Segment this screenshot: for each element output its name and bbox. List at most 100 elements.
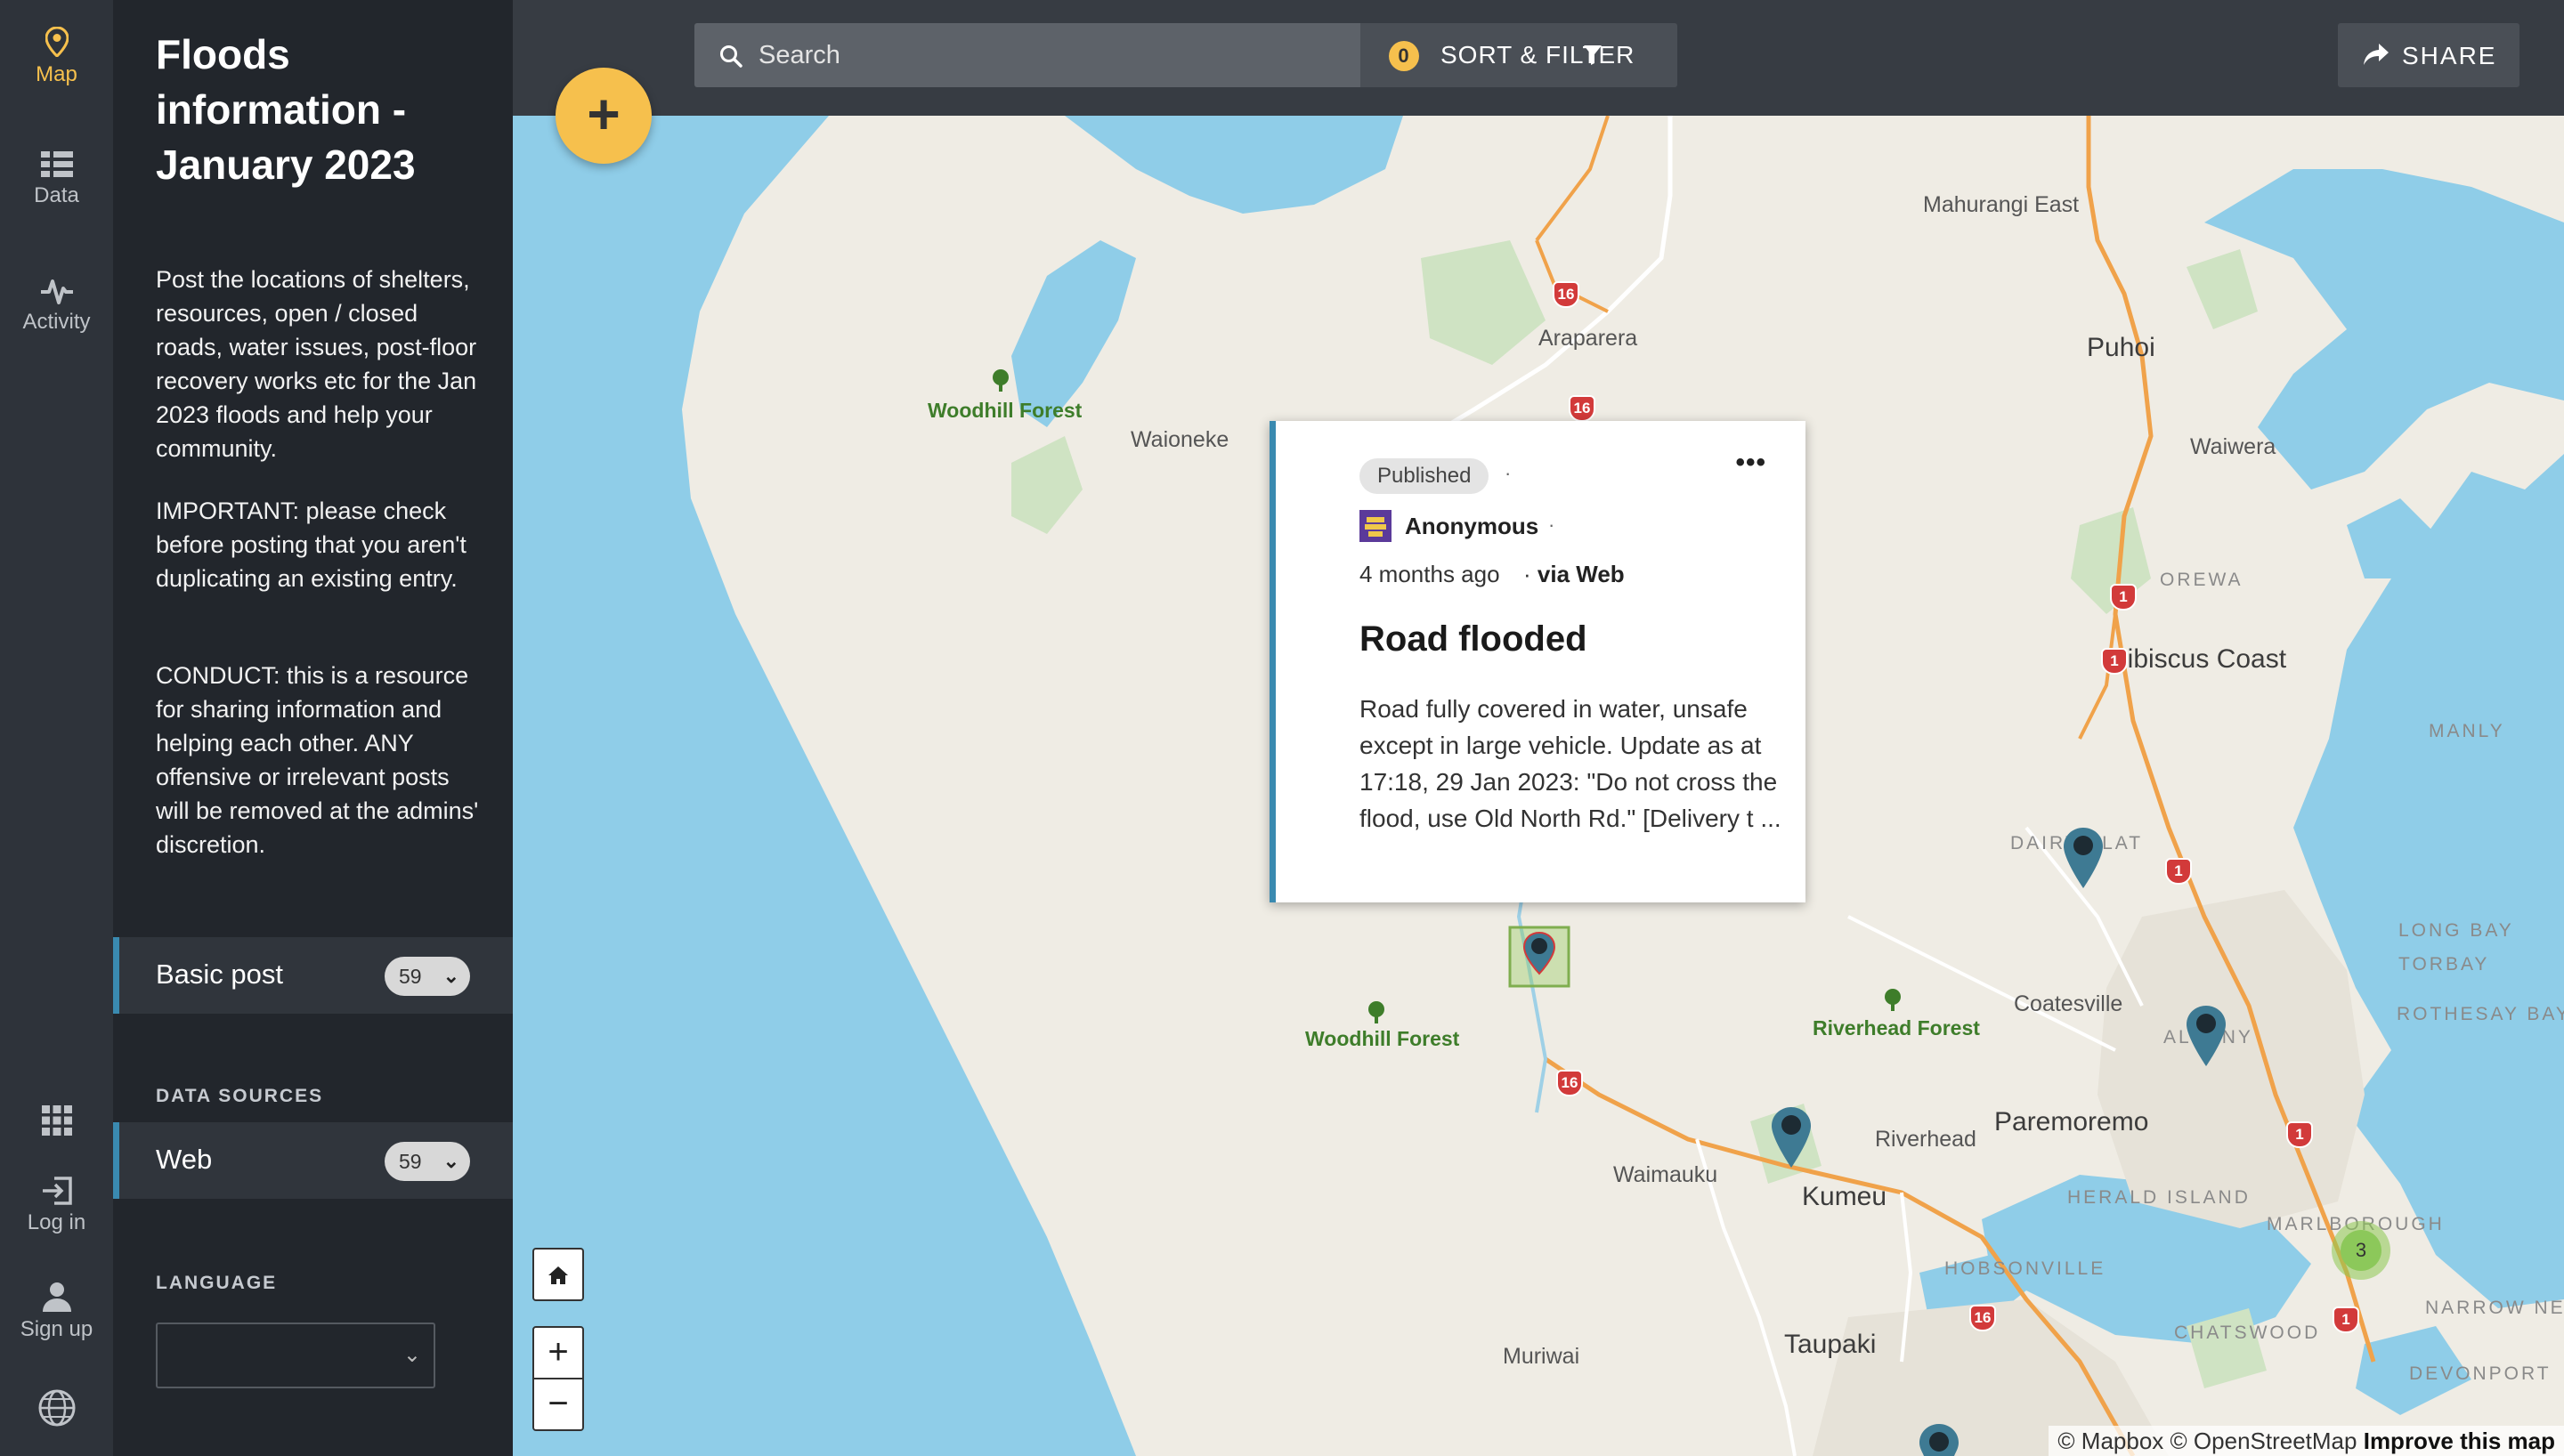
forest-tree-icon — [993, 369, 1009, 392]
nav-map[interactable]: Map — [0, 27, 113, 87]
survey-count-badge[interactable]: 59 ⌄ — [385, 957, 470, 996]
place-label: TORBAY — [2398, 954, 2490, 975]
activity-pulse-icon — [40, 279, 73, 304]
place-label: HERALD ISLAND — [2067, 1187, 2251, 1208]
post-marker[interactable] — [1765, 1104, 1818, 1171]
place-label: LONG BAY — [2398, 920, 2514, 941]
separator-dot: · — [1505, 462, 1512, 484]
deployment-sidebar: Floods information - January 2023 Post t… — [113, 0, 513, 1456]
nav-login[interactable]: Log in — [0, 1177, 113, 1235]
place-label: CHATSWOOD — [2174, 1323, 2321, 1343]
map-attribution: © Mapbox © OpenStreetMap Improve this ma… — [2049, 1426, 2564, 1456]
place-label: Puhoi — [2087, 333, 2155, 362]
source-filter-web[interactable]: Web 59 ⌄ — [113, 1122, 513, 1199]
highway-shield: 1 — [2110, 584, 2137, 611]
post-marker[interactable] — [1912, 1420, 1966, 1456]
data-sources-heading: DATA SOURCES — [156, 1086, 324, 1106]
search-box[interactable] — [694, 23, 1360, 87]
chevron-down-icon: ⌄ — [442, 965, 459, 987]
source-filter-label: Web — [156, 1144, 213, 1175]
chevron-down-icon: ⌄ — [442, 1150, 459, 1172]
separator-dot: · — [1548, 514, 1555, 536]
highway-shield: 1 — [2165, 858, 2192, 885]
place-label: Waioneke — [1131, 427, 1229, 452]
place-label: Taupaki — [1784, 1330, 1877, 1359]
place-label: Kumeu — [1802, 1182, 1887, 1211]
place-label: Coatesville — [2014, 991, 2123, 1016]
description-conduct: CONDUCT: this is a resource for sharing … — [156, 662, 479, 858]
place-label: ROTHESAY BAY — [2397, 1004, 2564, 1024]
osm-link[interactable]: © OpenStreetMap — [2170, 1428, 2357, 1454]
language-select[interactable]: ⌄ — [156, 1323, 435, 1388]
post-marker[interactable] — [2179, 1002, 2233, 1070]
zoom-out-button[interactable]: − — [532, 1378, 584, 1431]
nav-data[interactable]: Data — [0, 151, 113, 208]
zoom-in-button[interactable]: + — [532, 1326, 584, 1379]
place-label: Muriwai — [1503, 1344, 1580, 1369]
chevron-down-icon: ⌄ — [402, 1343, 421, 1367]
deployment-title: Floods information - January 2023 — [156, 31, 416, 188]
place-label: MANLY — [2429, 721, 2505, 741]
apps-grid-button[interactable] — [0, 1105, 113, 1141]
share-arrow-icon — [2364, 44, 2389, 65]
post-author: Anonymous — [1405, 513, 1539, 539]
via-source: via Web — [1537, 561, 1625, 587]
language-heading: LANGUAGE — [156, 1273, 278, 1293]
user-icon — [42, 1282, 71, 1312]
place-label: Paremoremo — [1994, 1107, 2149, 1136]
mapbox-link[interactable]: © Mapbox — [2057, 1428, 2163, 1454]
nav-activity[interactable]: Activity — [0, 278, 113, 335]
status-badge: Published — [1359, 458, 1489, 494]
highway-shield: 16 — [1556, 1070, 1583, 1096]
forest-tree-icon — [1368, 1001, 1384, 1023]
survey-count: 59 — [399, 965, 422, 988]
place-label: NARROW NECK — [2425, 1298, 2564, 1318]
source-count: 59 — [399, 1150, 422, 1173]
top-toolbar: 0 SORT & FILTER SHARE — [513, 0, 2564, 116]
forest-tree-icon — [1885, 989, 1901, 1011]
place-label: Waiwera — [2190, 434, 2276, 459]
post-excerpt: Road fully covered in water, unsafe exce… — [1359, 695, 1781, 832]
highway-shield: 16 — [1569, 395, 1595, 422]
ushahidi-logo[interactable] — [0, 1388, 113, 1433]
post-popup-card[interactable]: Published · ••• Anonymous · 4 months ago… — [1270, 421, 1805, 902]
home-button[interactable] — [532, 1248, 584, 1301]
place-label: Riverhead — [1875, 1127, 1976, 1152]
post-options-menu-icon[interactable]: ••• — [1735, 448, 1766, 478]
place-label: Waimauku — [1613, 1162, 1718, 1187]
nav-signup-label: Sign up — [20, 1317, 93, 1341]
post-source: · via Web — [1523, 561, 1625, 588]
marker-cluster[interactable]: 3 — [2332, 1221, 2390, 1280]
filter-count-badge: 0 — [1389, 41, 1419, 71]
survey-filter-basic-post[interactable]: Basic post 59 ⌄ — [113, 937, 513, 1014]
sort-filter-button[interactable]: 0 SORT & FILTER — [1360, 23, 1677, 87]
anonymous-avatar-icon — [1359, 510, 1392, 542]
post-marker[interactable] — [2057, 824, 2110, 892]
sort-filter-label: SORT & FILTER — [1440, 41, 1635, 69]
highway-shield: 1 — [2101, 648, 2128, 675]
description-intro: Post the locations of shelters, resource… — [156, 266, 477, 462]
search-input[interactable] — [759, 23, 1346, 87]
avatar — [1359, 510, 1392, 542]
funnel-icon — [1584, 45, 1602, 65]
post-time: 4 months ago — [1359, 561, 1500, 587]
highway-shield: 1 — [2333, 1306, 2359, 1333]
place-label: DEVONPORT — [2409, 1363, 2552, 1384]
place-label: HOBSONVILLE — [1944, 1258, 2106, 1279]
share-button[interactable]: SHARE — [2338, 23, 2519, 87]
grid-icon — [41, 1105, 72, 1136]
source-count-badge[interactable]: 59 ⌄ — [385, 1142, 470, 1181]
nav-signup[interactable]: Sign up — [0, 1282, 113, 1342]
place-label: Araparera — [1538, 326, 1638, 351]
post-title[interactable]: Road flooded — [1359, 619, 1587, 659]
selected-post-marker[interactable] — [1508, 926, 1570, 993]
add-post-button[interactable]: + — [556, 68, 652, 164]
map-pin-icon — [45, 27, 69, 57]
main-nav-rail: Map Data Activity Log in Sign up — [0, 0, 113, 1456]
nav-map-label: Map — [36, 62, 77, 86]
improve-map-link[interactable]: Improve this map — [2364, 1428, 2555, 1454]
globe-logo-icon — [38, 1389, 75, 1427]
place-label: Hibiscus Coast — [2108, 644, 2287, 674]
place-label: Mahurangi East — [1923, 192, 2080, 217]
highway-shield: 16 — [1969, 1305, 1996, 1331]
